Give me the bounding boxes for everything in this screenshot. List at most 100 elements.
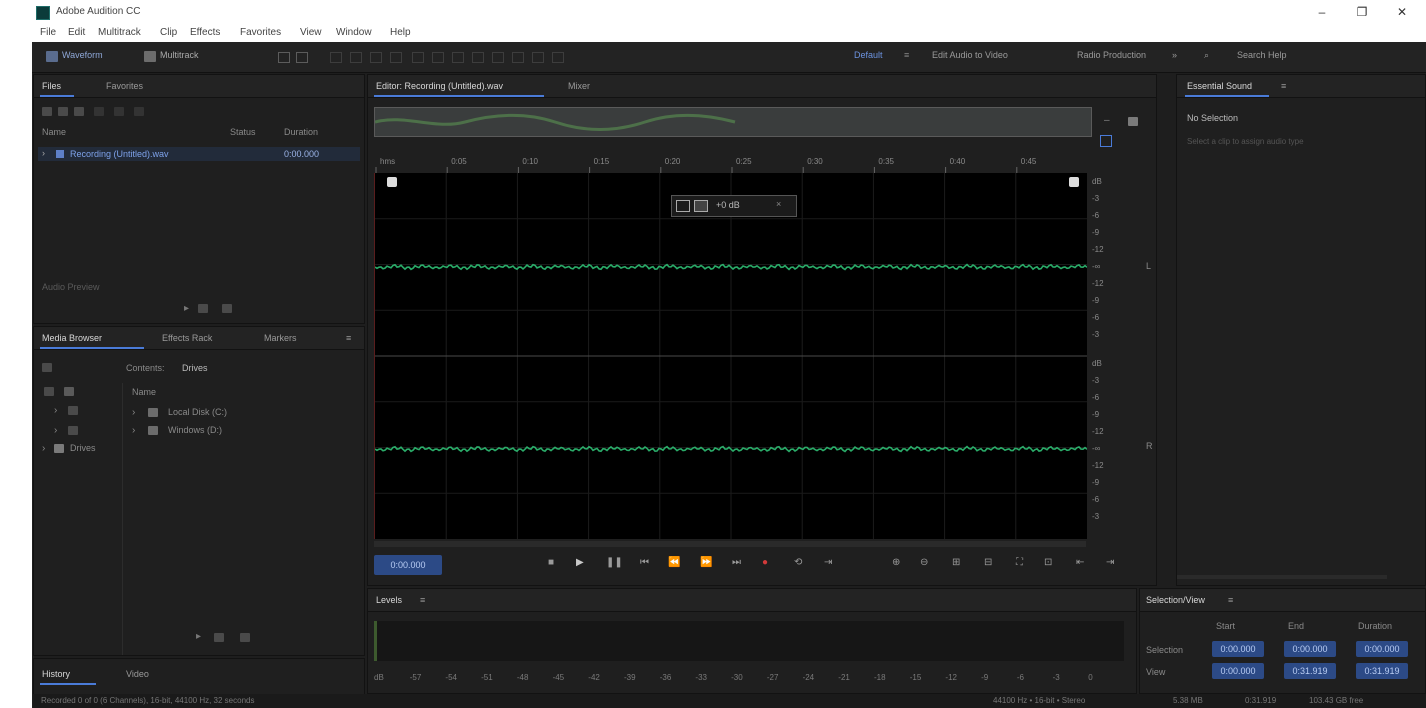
files-column-duration[interactable]: Duration bbox=[284, 127, 318, 137]
minimize-button[interactable]: – bbox=[1307, 4, 1337, 20]
zoom-minus-icon[interactable]: – bbox=[1104, 115, 1110, 126]
mixer-toggle-icon[interactable] bbox=[512, 52, 524, 63]
tree-arrow-icon[interactable]: › bbox=[42, 443, 45, 454]
spectral-frequency-icon[interactable] bbox=[278, 52, 290, 63]
expand-arrow-icon[interactable]: › bbox=[42, 148, 45, 158]
menu-window[interactable]: Window bbox=[336, 27, 372, 38]
import-file-icon[interactable] bbox=[58, 107, 68, 116]
selection-view-title[interactable]: Selection/View bbox=[1146, 595, 1205, 605]
time-ruler[interactable]: hms 0:05 0:10 0:15 0:20 0:25 0:30 0:35 0:40 0:45 bbox=[374, 153, 1094, 173]
go-to-end-button[interactable]: ⏭ bbox=[732, 557, 741, 568]
menu-help[interactable]: Help bbox=[390, 27, 411, 38]
file-row-selected[interactable]: › Recording (Untitled).wav 0:00.000 bbox=[38, 147, 360, 161]
spot-healing-tool-icon[interactable] bbox=[472, 52, 484, 63]
tree-arrow-icon[interactable]: › bbox=[54, 405, 57, 416]
time-selection-tool-icon[interactable] bbox=[390, 52, 402, 63]
zoom-indicator-icon[interactable] bbox=[1100, 135, 1112, 147]
zoom-full-icon[interactable]: ⛶ bbox=[1016, 557, 1023, 568]
time-display[interactable]: 0:00.000 bbox=[374, 555, 442, 575]
panel-menu-icon[interactable]: ≡ bbox=[346, 333, 351, 343]
insert-icon[interactable] bbox=[114, 107, 124, 116]
view-end-field[interactable]: 0:31.919 bbox=[1284, 663, 1336, 679]
loop-preview-icon[interactable] bbox=[198, 304, 208, 313]
loop-media-icon[interactable] bbox=[214, 633, 224, 642]
menu-edit[interactable]: Edit bbox=[68, 27, 85, 38]
waveform-display[interactable]: +0 dB × bbox=[374, 173, 1087, 539]
autoplay-icon[interactable] bbox=[134, 107, 144, 116]
record-button[interactable]: ● bbox=[762, 557, 768, 568]
zoom-in-point-icon[interactable]: ⇤ bbox=[1076, 557, 1084, 568]
autoplay-media-icon[interactable] bbox=[240, 633, 250, 642]
hud-close-icon[interactable]: × bbox=[776, 199, 781, 209]
play-button[interactable]: ▶ bbox=[576, 557, 584, 568]
drives-root-label[interactable]: Drives bbox=[70, 443, 96, 453]
zoom-fit-icon[interactable] bbox=[1128, 117, 1138, 126]
drive-local-disk[interactable]: Local Disk (C:) bbox=[168, 407, 227, 417]
hud-volume-control[interactable]: +0 dB × bbox=[671, 195, 797, 217]
skip-silence-icon[interactable] bbox=[532, 52, 544, 63]
new-file-icon[interactable] bbox=[74, 107, 84, 116]
zoom-out-point-icon[interactable]: ⇥ bbox=[1106, 557, 1114, 568]
selection-view-menu-icon[interactable]: ≡ bbox=[1228, 595, 1233, 605]
contents-dropdown[interactable]: Drives bbox=[182, 363, 208, 373]
drive-windows[interactable]: Windows (D:) bbox=[168, 425, 222, 435]
tree-arrow-icon[interactable]: › bbox=[132, 407, 135, 418]
menu-clip[interactable]: Clip bbox=[160, 27, 177, 38]
skip-selection-button[interactable]: ⇥ bbox=[824, 557, 832, 568]
horizontal-scrollbar[interactable] bbox=[374, 541, 1086, 547]
zoom-selection-icon[interactable]: ⊡ bbox=[1044, 557, 1052, 568]
tab-editor[interactable]: Editor: Recording (Untitled).wav bbox=[376, 81, 503, 91]
channel-left-label[interactable]: L bbox=[1146, 261, 1151, 271]
stop-button[interactable]: ■ bbox=[548, 557, 554, 568]
tree-arrow-icon[interactable]: › bbox=[132, 425, 135, 436]
loop-button[interactable]: ⟲ bbox=[794, 557, 802, 568]
razor-tool-icon[interactable] bbox=[350, 52, 362, 63]
tab-media-browser[interactable]: Media Browser bbox=[42, 333, 102, 343]
volume-knob-icon[interactable] bbox=[676, 200, 690, 212]
hud-toggle-icon[interactable] bbox=[1069, 177, 1079, 187]
tab-history[interactable]: History bbox=[42, 669, 70, 679]
menu-view[interactable]: View bbox=[300, 27, 322, 38]
tab-video[interactable]: Video bbox=[126, 669, 149, 679]
volume-preview-icon[interactable] bbox=[222, 304, 232, 313]
open-file-icon[interactable] bbox=[42, 107, 52, 116]
overview-bar[interactable] bbox=[374, 107, 1092, 137]
rewind-button[interactable]: ⏪ bbox=[668, 557, 680, 568]
selection-duration-field[interactable]: 0:00.000 bbox=[1356, 641, 1408, 657]
tab-favorites[interactable]: Favorites bbox=[106, 81, 143, 91]
tab-files[interactable]: Files bbox=[42, 81, 61, 91]
zoom-out-time-icon[interactable]: ⊟ bbox=[984, 557, 992, 568]
levels-menu-icon[interactable]: ≡ bbox=[420, 595, 425, 605]
tab-effects-rack[interactable]: Effects Rack bbox=[162, 333, 212, 343]
maximize-button[interactable]: ❐ bbox=[1347, 4, 1377, 20]
hud-volume-value[interactable]: +0 dB bbox=[716, 200, 740, 210]
play-preview-icon[interactable]: ▸ bbox=[184, 303, 189, 314]
tab-mixer[interactable]: Mixer bbox=[568, 81, 590, 91]
marquee-tool-icon[interactable] bbox=[412, 52, 424, 63]
close-file-icon[interactable] bbox=[94, 107, 104, 116]
channel-right-label[interactable]: R bbox=[1146, 441, 1153, 451]
lasso-tool-icon[interactable] bbox=[432, 52, 444, 63]
workspace-menu-icon[interactable]: ≡ bbox=[904, 50, 909, 64]
zoom-out-amplitude-icon[interactable]: ⊖ bbox=[920, 557, 928, 568]
workspace-default[interactable]: Default bbox=[854, 50, 883, 64]
paintbrush-tool-icon[interactable] bbox=[452, 52, 464, 63]
search-help-input[interactable]: Search Help bbox=[1237, 50, 1287, 64]
folder-icon[interactable] bbox=[42, 363, 52, 372]
view-start-field[interactable]: 0:00.000 bbox=[1212, 663, 1264, 679]
play-media-icon[interactable]: ▸ bbox=[196, 631, 201, 642]
workspace-radio-production[interactable]: Radio Production bbox=[1077, 50, 1146, 64]
move-tool-icon[interactable] bbox=[330, 52, 342, 63]
slip-tool-icon[interactable] bbox=[370, 52, 382, 63]
view-toggle-icon[interactable] bbox=[64, 387, 74, 396]
essential-sound-title[interactable]: Essential Sound bbox=[1187, 81, 1252, 91]
spectral-pitch-icon[interactable] bbox=[296, 52, 308, 63]
extras-icon[interactable] bbox=[552, 52, 564, 63]
waveform-view-button[interactable]: Waveform bbox=[62, 50, 103, 64]
fast-forward-button[interactable]: ⏩ bbox=[700, 557, 712, 568]
multitrack-view-button[interactable]: Multitrack bbox=[160, 50, 199, 64]
menu-effects[interactable]: Effects bbox=[190, 27, 220, 38]
go-to-start-button[interactable]: ⏮ bbox=[640, 557, 649, 568]
levels-title[interactable]: Levels bbox=[376, 595, 402, 605]
volume-knob-active-icon[interactable] bbox=[694, 200, 708, 212]
